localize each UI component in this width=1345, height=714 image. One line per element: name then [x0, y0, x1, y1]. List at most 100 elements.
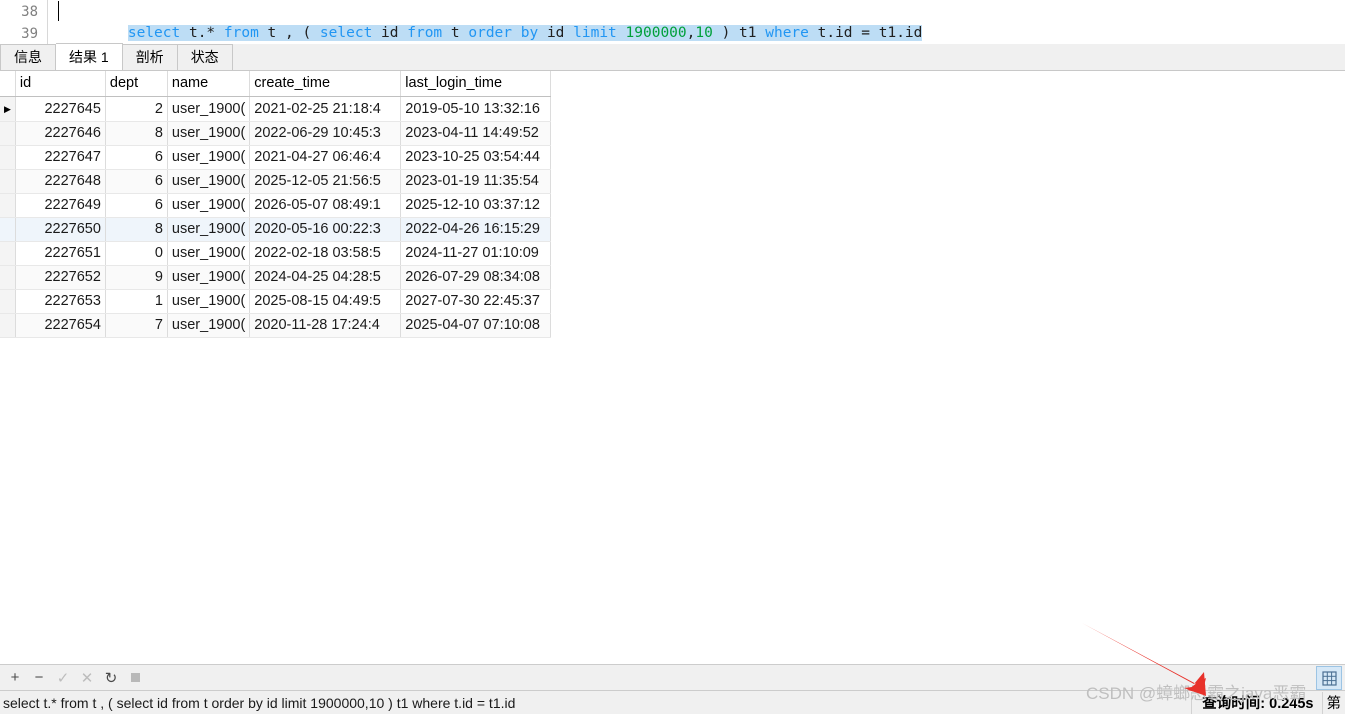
column-header-last-login-time[interactable]: last_login_time: [400, 71, 552, 97]
cell-name[interactable]: user_1900(: [167, 313, 251, 338]
current-row-indicator-icon: ▶: [4, 103, 11, 114]
cell-dept[interactable]: 7: [105, 313, 168, 338]
table-row[interactable]: 2227653 1 user_1900(2025-08-15 04:49:5 2027…: [0, 289, 552, 314]
cell-last-login-time[interactable]: 2026-07-29 08:34:08: [400, 265, 552, 290]
sql-token-plain: t.*: [180, 25, 224, 41]
cell-last-login-time[interactable]: 2025-12-10 03:37:12: [400, 193, 552, 218]
cell-create-time[interactable]: 2024-04-25 04:28:5: [249, 265, 402, 290]
row-marker-cell[interactable]: [0, 217, 16, 242]
apply-changes-button[interactable]: ✓: [52, 667, 74, 688]
row-marker-cell[interactable]: [0, 193, 16, 218]
cell-dept[interactable]: 8: [105, 217, 168, 242]
cell-last-login-time[interactable]: 2019-05-10 13:32:16: [400, 96, 552, 122]
row-marker-cell[interactable]: [0, 169, 16, 194]
tab-profile[interactable]: 剖析: [122, 44, 178, 70]
refresh-button[interactable]: ↻: [100, 667, 122, 688]
cell-name[interactable]: user_1900(: [167, 145, 251, 170]
cell-last-login-time[interactable]: 2027-07-30 22:45:37: [400, 289, 552, 314]
table-row[interactable]: 2227650 8 user_1900(2020-05-16 00:22:3 2022…: [0, 217, 552, 242]
cell-id[interactable]: 2227646: [15, 121, 106, 146]
cell-create-time[interactable]: 2020-11-28 17:24:4: [249, 313, 402, 338]
cell-name[interactable]: user_1900(: [167, 265, 251, 290]
table-row[interactable]: 2227646 8 user_1900(2022-06-29 10:45:3 2023…: [0, 121, 552, 146]
cell-create-time[interactable]: 2021-04-27 06:46:4: [249, 145, 402, 170]
sql-statement-text: select t.* from t , ( select id from t o…: [127, 25, 923, 41]
row-marker-cell[interactable]: [0, 145, 16, 170]
add-record-button[interactable]: +: [4, 667, 26, 688]
row-marker-header: [0, 71, 16, 97]
sql-token-num: 10: [695, 25, 713, 41]
tab-result-1[interactable]: 结果 1: [56, 43, 123, 70]
table-row[interactable]: 2227648 6 user_1900(2025-12-05 21:56:5 2023…: [0, 169, 552, 194]
cell-id[interactable]: 2227649: [15, 193, 106, 218]
sql-statement-line[interactable]: select t.* from t , ( select id from t o…: [58, 0, 1345, 41]
table-row[interactable]: 2227647 6 user_1900(2021-04-27 06:46:4 2023…: [0, 145, 552, 170]
cell-name[interactable]: user_1900(: [167, 193, 251, 218]
result-grid-container[interactable]: id dept name create_time last_login_time…: [0, 71, 1345, 664]
cell-dept[interactable]: 6: [105, 145, 168, 170]
cell-name[interactable]: user_1900(: [167, 289, 251, 314]
cell-name[interactable]: user_1900(: [167, 217, 251, 242]
table-row[interactable]: 2227651 0 user_1900(2022-02-18 03:58:5 2024…: [0, 241, 552, 266]
record-toolbar: + − ✓ ✕ ↻: [0, 664, 1345, 690]
tab-info[interactable]: 信息: [0, 44, 56, 70]
cell-dept[interactable]: 8: [105, 121, 168, 146]
cell-last-login-time[interactable]: 2023-10-25 03:54:44: [400, 145, 552, 170]
cell-create-time[interactable]: 2022-06-29 10:45:3: [249, 121, 402, 146]
cell-last-login-time[interactable]: 2025-04-07 07:10:08: [400, 313, 552, 338]
cell-name[interactable]: user_1900(: [167, 121, 251, 146]
cell-id[interactable]: 2227653: [15, 289, 106, 314]
cell-dept[interactable]: 6: [105, 193, 168, 218]
delete-record-button[interactable]: −: [28, 667, 50, 688]
column-header-name[interactable]: name: [167, 71, 251, 97]
sql-editor[interactable]: 38 39 select t.* from t , ( select id fr…: [0, 0, 1345, 44]
cell-last-login-time[interactable]: 2023-04-11 14:49:52: [400, 121, 552, 146]
cell-dept[interactable]: 6: [105, 169, 168, 194]
cell-dept[interactable]: 1: [105, 289, 168, 314]
cell-dept[interactable]: 9: [105, 265, 168, 290]
row-marker-cell[interactable]: ▶: [0, 96, 16, 122]
grid-view-toggle-button[interactable]: [1316, 666, 1342, 690]
table-row[interactable]: 2227649 6 user_1900(2026-05-07 08:49:1 2025…: [0, 193, 552, 218]
row-marker-cell[interactable]: [0, 313, 16, 338]
column-header-create-time[interactable]: create_time: [249, 71, 402, 97]
table-row[interactable]: 2227654 7 user_1900(2020-11-28 17:24:4 2025…: [0, 313, 552, 338]
cell-dept[interactable]: 0: [105, 241, 168, 266]
sql-code-area[interactable]: select t.* from t , ( select id from t o…: [48, 0, 1345, 44]
cell-id[interactable]: 2227647: [15, 145, 106, 170]
tab-status[interactable]: 状态: [177, 44, 233, 70]
cell-dept[interactable]: 2: [105, 96, 168, 122]
cell-create-time[interactable]: 2026-05-07 08:49:1: [249, 193, 402, 218]
cell-last-login-time[interactable]: 2022-04-26 16:15:29: [400, 217, 552, 242]
cell-create-time[interactable]: 2025-12-05 21:56:5: [249, 169, 402, 194]
cancel-changes-button[interactable]: ✕: [76, 667, 98, 688]
stop-button[interactable]: [124, 667, 146, 688]
cell-create-time[interactable]: 2025-08-15 04:49:5: [249, 289, 402, 314]
line-number: 39: [21, 26, 38, 42]
result-table: id dept name create_time last_login_time…: [0, 71, 552, 338]
table-row[interactable]: ▶ 2227645 2 user_1900(2021-02-25 21:18:4 201…: [0, 96, 552, 122]
cell-create-time[interactable]: 2021-02-25 21:18:4: [249, 96, 402, 122]
cell-name[interactable]: user_1900(: [167, 169, 251, 194]
cell-id[interactable]: 2227654: [15, 313, 106, 338]
cell-last-login-time[interactable]: 2023-01-19 11:35:54: [400, 169, 552, 194]
row-marker-cell[interactable]: [0, 265, 16, 290]
row-marker-cell[interactable]: [0, 121, 16, 146]
cell-create-time[interactable]: 2020-05-16 00:22:3: [249, 217, 402, 242]
cell-id[interactable]: 2227648: [15, 169, 106, 194]
status-sql-text: select t.* from t , ( select id from t o…: [3, 694, 516, 711]
row-marker-cell[interactable]: [0, 289, 16, 314]
row-marker-cell[interactable]: [0, 241, 16, 266]
sql-token-plain: [617, 25, 626, 41]
cell-name[interactable]: user_1900(: [167, 96, 251, 122]
cell-id[interactable]: 2227652: [15, 265, 106, 290]
cell-id[interactable]: 2227650: [15, 217, 106, 242]
cell-last-login-time[interactable]: 2024-11-27 01:10:09: [400, 241, 552, 266]
cell-id[interactable]: 2227645: [15, 96, 106, 122]
cell-create-time[interactable]: 2022-02-18 03:58:5: [249, 241, 402, 266]
column-header-dept[interactable]: dept: [105, 71, 168, 97]
cell-name[interactable]: user_1900(: [167, 241, 251, 266]
cell-id[interactable]: 2227651: [15, 241, 106, 266]
table-row[interactable]: 2227652 9 user_1900(2024-04-25 04:28:5 2026…: [0, 265, 552, 290]
column-header-id[interactable]: id: [15, 71, 106, 97]
